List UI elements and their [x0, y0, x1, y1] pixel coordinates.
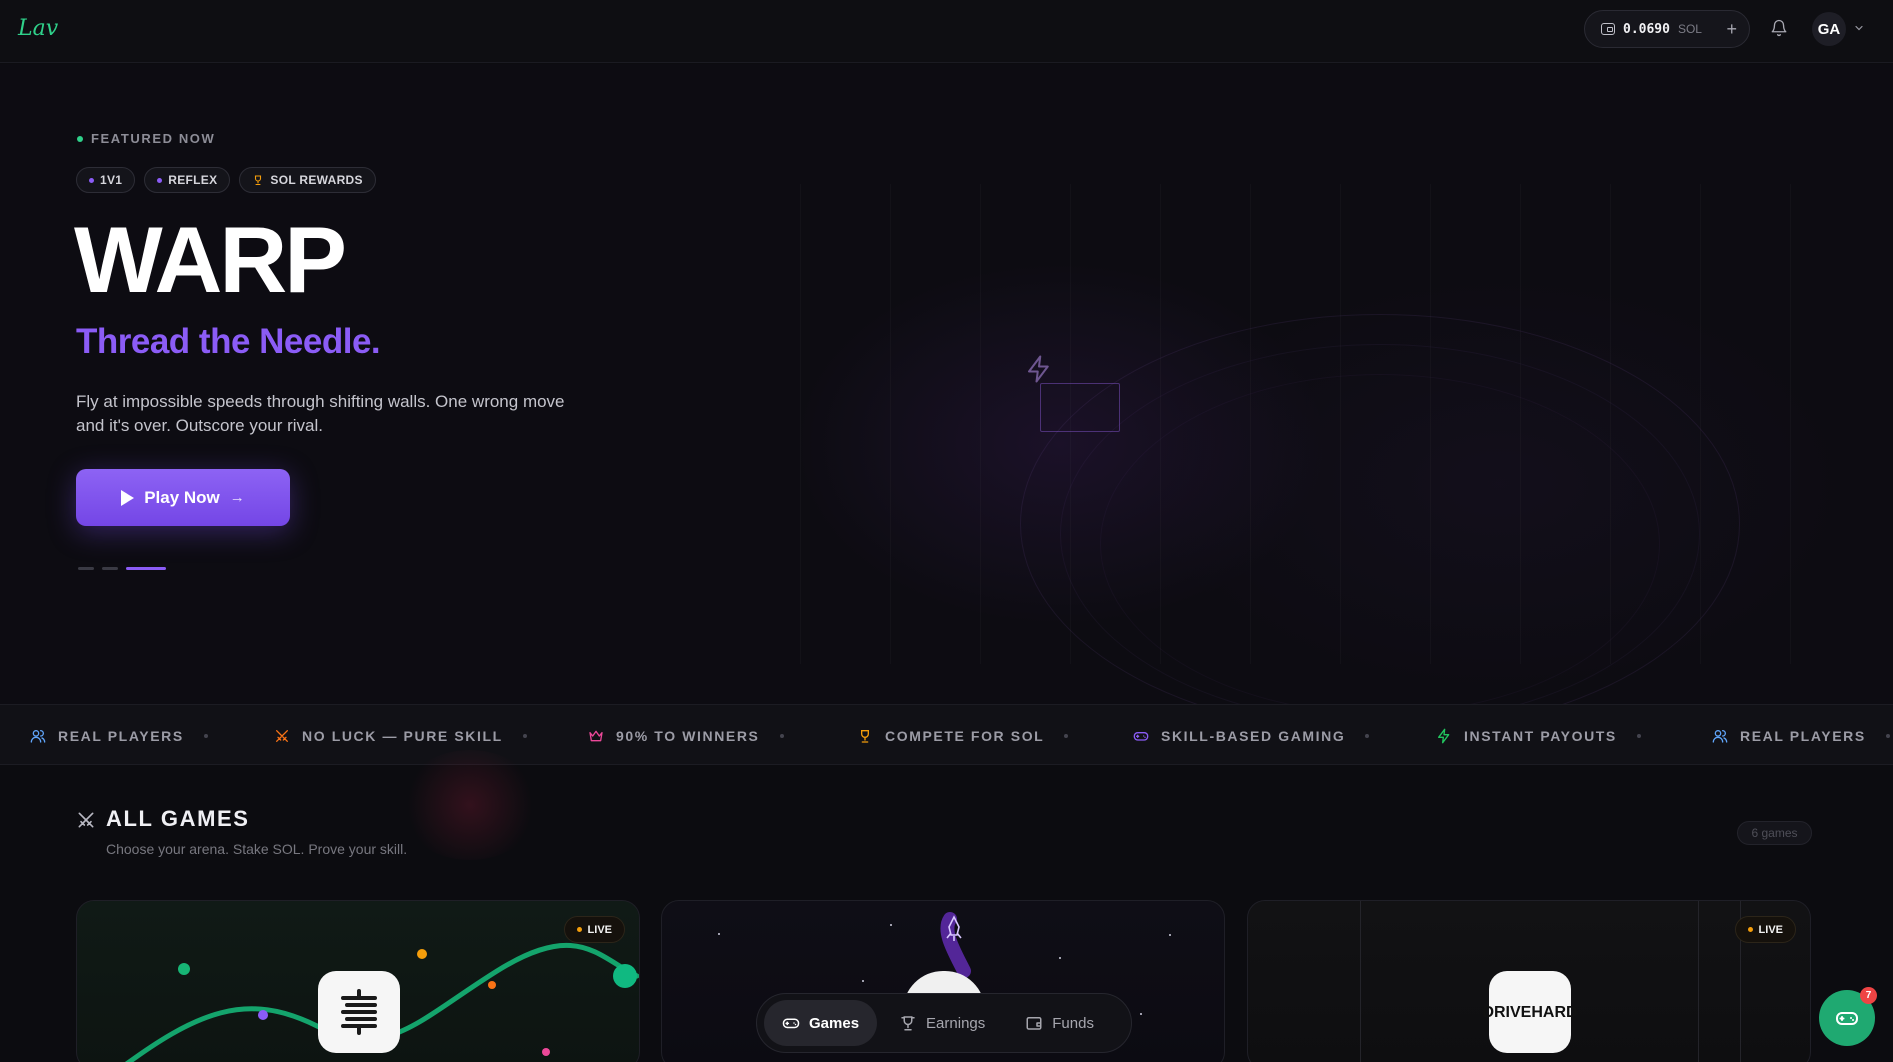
crown-icon [589, 730, 603, 741]
features-ticker: REAL PLAYERS NO LUCK — PURE SKILL 90% TO… [0, 704, 1893, 765]
live-dot-icon [1747, 927, 1753, 932]
tag-label: 1V1 [100, 173, 123, 187]
status-dot-icon [77, 135, 83, 142]
ticker-item: 90% TO WINNERS [588, 705, 784, 764]
bolt-icon [1438, 728, 1450, 743]
road-line-decor [1360, 901, 1361, 1062]
gamepad-icon [1133, 731, 1149, 741]
nav-games[interactable]: Games [764, 1000, 878, 1046]
users-icon [30, 729, 46, 743]
decor-glow [400, 750, 540, 860]
ticker-item: REAL PLAYERS [30, 705, 208, 764]
tag-reflex: REFLEX [144, 167, 231, 193]
add-funds-button[interactable]: + [1726, 20, 1737, 38]
tag-label: SOL REWARDS [270, 173, 363, 187]
ticker-item: INSTANT PAYOUTS [1436, 705, 1641, 764]
nav-label: Games [809, 1014, 860, 1032]
wallet-balance[interactable]: 0.0690 SOL + [1584, 10, 1750, 48]
game-card[interactable]: LIVE DRIVE HARD [1247, 900, 1811, 1062]
hero-description: Fly at impossible speeds through shiftin… [76, 392, 565, 435]
trophy-icon [901, 1016, 915, 1031]
avatar[interactable]: GA [1812, 12, 1846, 46]
ticker-label: COMPETE FOR SOL [885, 727, 1045, 744]
hero-tagline: Thread the Needle. [76, 322, 381, 361]
chevron-down-icon[interactable] [1853, 21, 1865, 35]
swords-icon [276, 729, 288, 742]
tag-label: REFLEX [168, 173, 218, 187]
ticker-label: NO LUCK — PURE SKILL [302, 727, 503, 744]
live-dot-icon [576, 927, 582, 932]
dot-icon [89, 177, 94, 183]
snake-maze-icon [341, 989, 377, 1035]
tag-sol-rewards: SOL REWARDS [239, 167, 376, 193]
ticker-label: 90% TO WINNERS [616, 727, 760, 744]
game-icon [318, 971, 400, 1053]
section-subtitle: Choose your arena. Stake SOL. Prove your… [106, 841, 408, 857]
hero-banner [0, 64, 1893, 704]
dot-icon [157, 177, 163, 183]
carousel-indicators [78, 567, 166, 570]
ticker-label: REAL PLAYERS [58, 727, 184, 744]
ticker-label: INSTANT PAYOUTS [1464, 727, 1617, 744]
users-icon [1712, 729, 1728, 743]
hero-preview-frame [1040, 383, 1120, 432]
hero-title: WARP [74, 207, 347, 312]
trophy-icon [861, 729, 869, 743]
ticker-item: COMPETE FOR SOL [857, 705, 1069, 764]
top-bar: Lav 0.0690 SOL + GA [0, 0, 1893, 63]
featured-label: FEATURED NOW [91, 131, 216, 146]
arrow-right-icon: → [229, 489, 245, 506]
wallet-amount: 0.0690 [1623, 21, 1670, 37]
play-icon [121, 489, 135, 506]
hero-decor-arc [1100, 374, 1660, 704]
nav-label: Funds [1052, 1014, 1094, 1032]
nav-funds[interactable]: Funds [1007, 1000, 1112, 1046]
bottom-nav: Games Earnings Funds [756, 993, 1132, 1053]
games-count-badge: 6 games [1737, 821, 1812, 845]
game-card[interactable]: LIVE [76, 900, 640, 1062]
live-badge: LIVE [563, 916, 625, 943]
nav-earnings[interactable]: Earnings [881, 1000, 1003, 1046]
game-icon: DRIVE HARD [1482, 971, 1578, 1053]
section-title: ALL GAMES [106, 806, 250, 831]
rocket-icon [940, 912, 971, 978]
logo[interactable]: Lav [18, 14, 58, 44]
carousel-dot-3[interactable] [126, 567, 166, 570]
nav-label: Earnings [926, 1014, 986, 1032]
notification-badge: 7 [1860, 987, 1877, 1004]
carousel-dot-1[interactable] [78, 567, 94, 570]
ticker-label: REAL PLAYERS [1740, 727, 1866, 744]
live-label: LIVE [587, 923, 612, 936]
bolt-icon [1028, 355, 1049, 383]
ticker-item: REAL PLAYERS [1712, 705, 1890, 764]
bell-icon[interactable] [1770, 18, 1788, 38]
live-badge: LIVE [1734, 916, 1796, 943]
hero-tags: 1V1 REFLEX SOL REWARDS [76, 167, 376, 193]
swords-icon [78, 812, 94, 828]
ticker-label: SKILL-BASED GAMING [1161, 727, 1346, 744]
trophy-icon [255, 175, 262, 186]
tag-1v1: 1V1 [76, 167, 136, 193]
gamepad-icon [1836, 1012, 1858, 1025]
play-now-label: Play Now [144, 487, 220, 507]
gamepad-icon [782, 1018, 800, 1029]
wallet-icon [1601, 23, 1615, 35]
road-line-decor [1698, 901, 1699, 1062]
wallet-icon [1026, 1017, 1042, 1030]
featured-kicker: FEATURED NOW [77, 131, 215, 146]
live-label: LIVE [1758, 923, 1783, 936]
carousel-dot-2[interactable] [102, 567, 118, 570]
wallet-unit: SOL [1677, 22, 1702, 36]
play-now-button[interactable]: Play Now → [76, 469, 290, 526]
ticker-item: SKILL-BASED GAMING [1133, 705, 1370, 764]
